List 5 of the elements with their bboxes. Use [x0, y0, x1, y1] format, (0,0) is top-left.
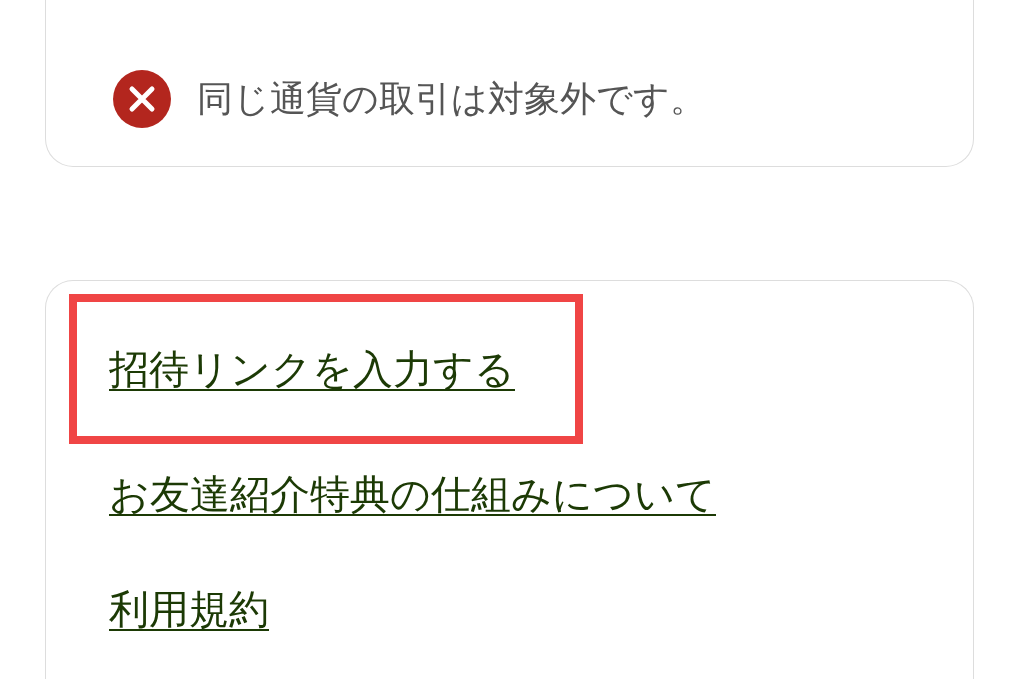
error-icon: [113, 70, 171, 128]
text-link[interactable]: 招待リンクを入力する: [109, 344, 515, 393]
text-link[interactable]: 利用規約: [109, 584, 269, 633]
text-link[interactable]: お友達紹介特典の仕組みについて: [109, 469, 716, 518]
notice-text: 同じ通貨の取引は対象外です。: [197, 77, 706, 121]
